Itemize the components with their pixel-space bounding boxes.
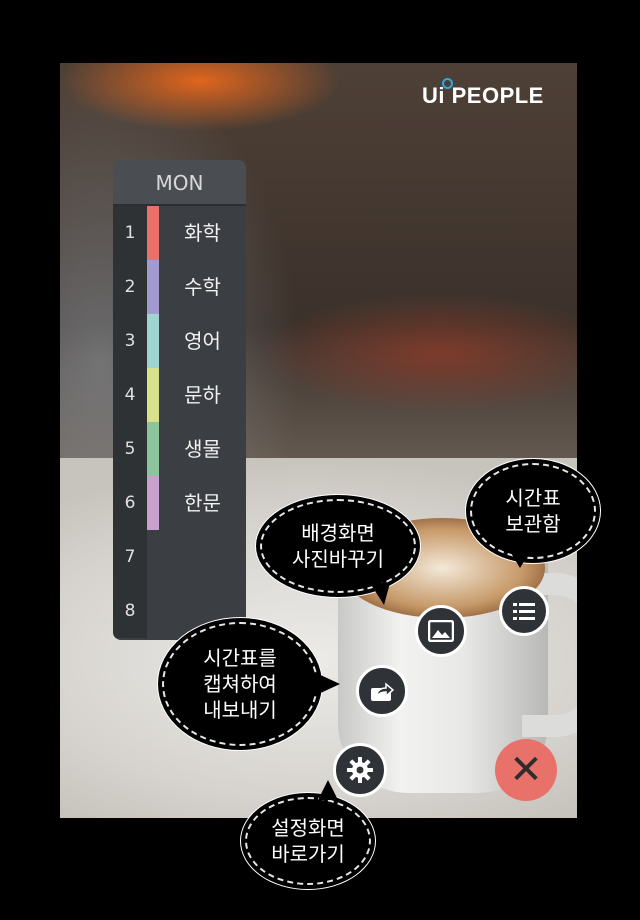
timetable-day: MON (113, 160, 246, 206)
tip-change-background: 배경화면 사진바꾸기 (258, 497, 418, 595)
subject-name: 화학 (184, 221, 221, 245)
timetable-row[interactable]: 7 (113, 530, 246, 584)
tip-storage-line1: 시간표 (505, 486, 561, 510)
subject-name: 수학 (184, 275, 221, 299)
timetable-storage-button[interactable] (499, 586, 549, 636)
timetable-row[interactable]: 6 한문 (113, 476, 246, 530)
tip-timetable-storage: 시간표 보관함 (468, 461, 598, 561)
tip-settings-line1: 설정화면 (271, 816, 345, 840)
subject-name: 문하 (184, 383, 221, 407)
image-icon (428, 620, 454, 642)
subject-color-bar (147, 368, 159, 422)
timetable-row[interactable]: 3 영어 (113, 314, 246, 368)
tip-storage-tail (508, 548, 532, 568)
timetable-row[interactable]: 5 생물 (113, 422, 246, 476)
close-icon: ✕ (509, 747, 543, 793)
tip-settings-line2: 바로가기 (271, 842, 345, 866)
subject-color-bar (147, 314, 159, 368)
list-icon (513, 603, 535, 620)
timetable-row[interactable]: 2 수학 (113, 260, 246, 314)
tip-settings: 설정화면 바로가기 (243, 795, 373, 887)
period-number: 2 (113, 260, 147, 314)
brand-logo: Ui PEOPLE (422, 83, 544, 108)
timetable-rows: 1 화학 2 수학 3 영어 4 문하 5 생물 6 한문 7 8 (113, 206, 246, 638)
tip-settings-tail (318, 780, 338, 800)
subject-color-bar (147, 260, 159, 314)
subject-name: 한문 (184, 491, 221, 515)
subject-color-bar (147, 422, 159, 476)
tip-background-tail (370, 583, 390, 605)
close-button[interactable]: ✕ (495, 739, 557, 801)
timetable-row[interactable]: 4 문하 (113, 368, 246, 422)
period-number: 6 (113, 476, 147, 530)
tip-background-line1: 배경화면 (301, 521, 375, 545)
tip-capture-share: 시간표를 캡쳐하여 내보내기 (160, 620, 320, 748)
capture-share-button[interactable] (356, 665, 408, 717)
subject-color-bar (147, 206, 159, 260)
timetable-row[interactable]: 1 화학 (113, 206, 246, 260)
timetable-widget[interactable]: MON 1 화학 2 수학 3 영어 4 문하 5 생물 6 한문 7 8 (113, 160, 246, 640)
subject-name: 생물 (184, 437, 221, 461)
subject-name: 영어 (184, 329, 221, 353)
subject-name (159, 530, 246, 584)
tip-storage-line2: 보관함 (505, 512, 561, 536)
settings-button[interactable] (333, 743, 387, 797)
period-number: 5 (113, 422, 147, 476)
app-screen: Ui PEOPLE MON 1 화학 2 수학 3 영어 4 문하 5 생물 6 한문 7 8 (60, 63, 577, 818)
tip-background-line2: 사진바꾸기 (292, 547, 384, 571)
period-number: 1 (113, 206, 147, 260)
tip-capture-line3: 내보내기 (203, 698, 277, 722)
subject-color-bar (147, 584, 159, 638)
period-number: 7 (113, 530, 147, 584)
period-number: 4 (113, 368, 147, 422)
tip-capture-tail (314, 672, 340, 696)
gear-icon (347, 757, 373, 783)
subject-color-bar (147, 476, 159, 530)
tip-capture-line1: 시간표를 (203, 646, 277, 670)
period-number: 8 (113, 584, 147, 638)
subject-color-bar (147, 530, 159, 584)
change-background-button[interactable] (415, 605, 467, 657)
tip-capture-line2: 캡쳐하여 (203, 672, 277, 696)
period-number: 3 (113, 314, 147, 368)
share-icon (371, 682, 395, 701)
